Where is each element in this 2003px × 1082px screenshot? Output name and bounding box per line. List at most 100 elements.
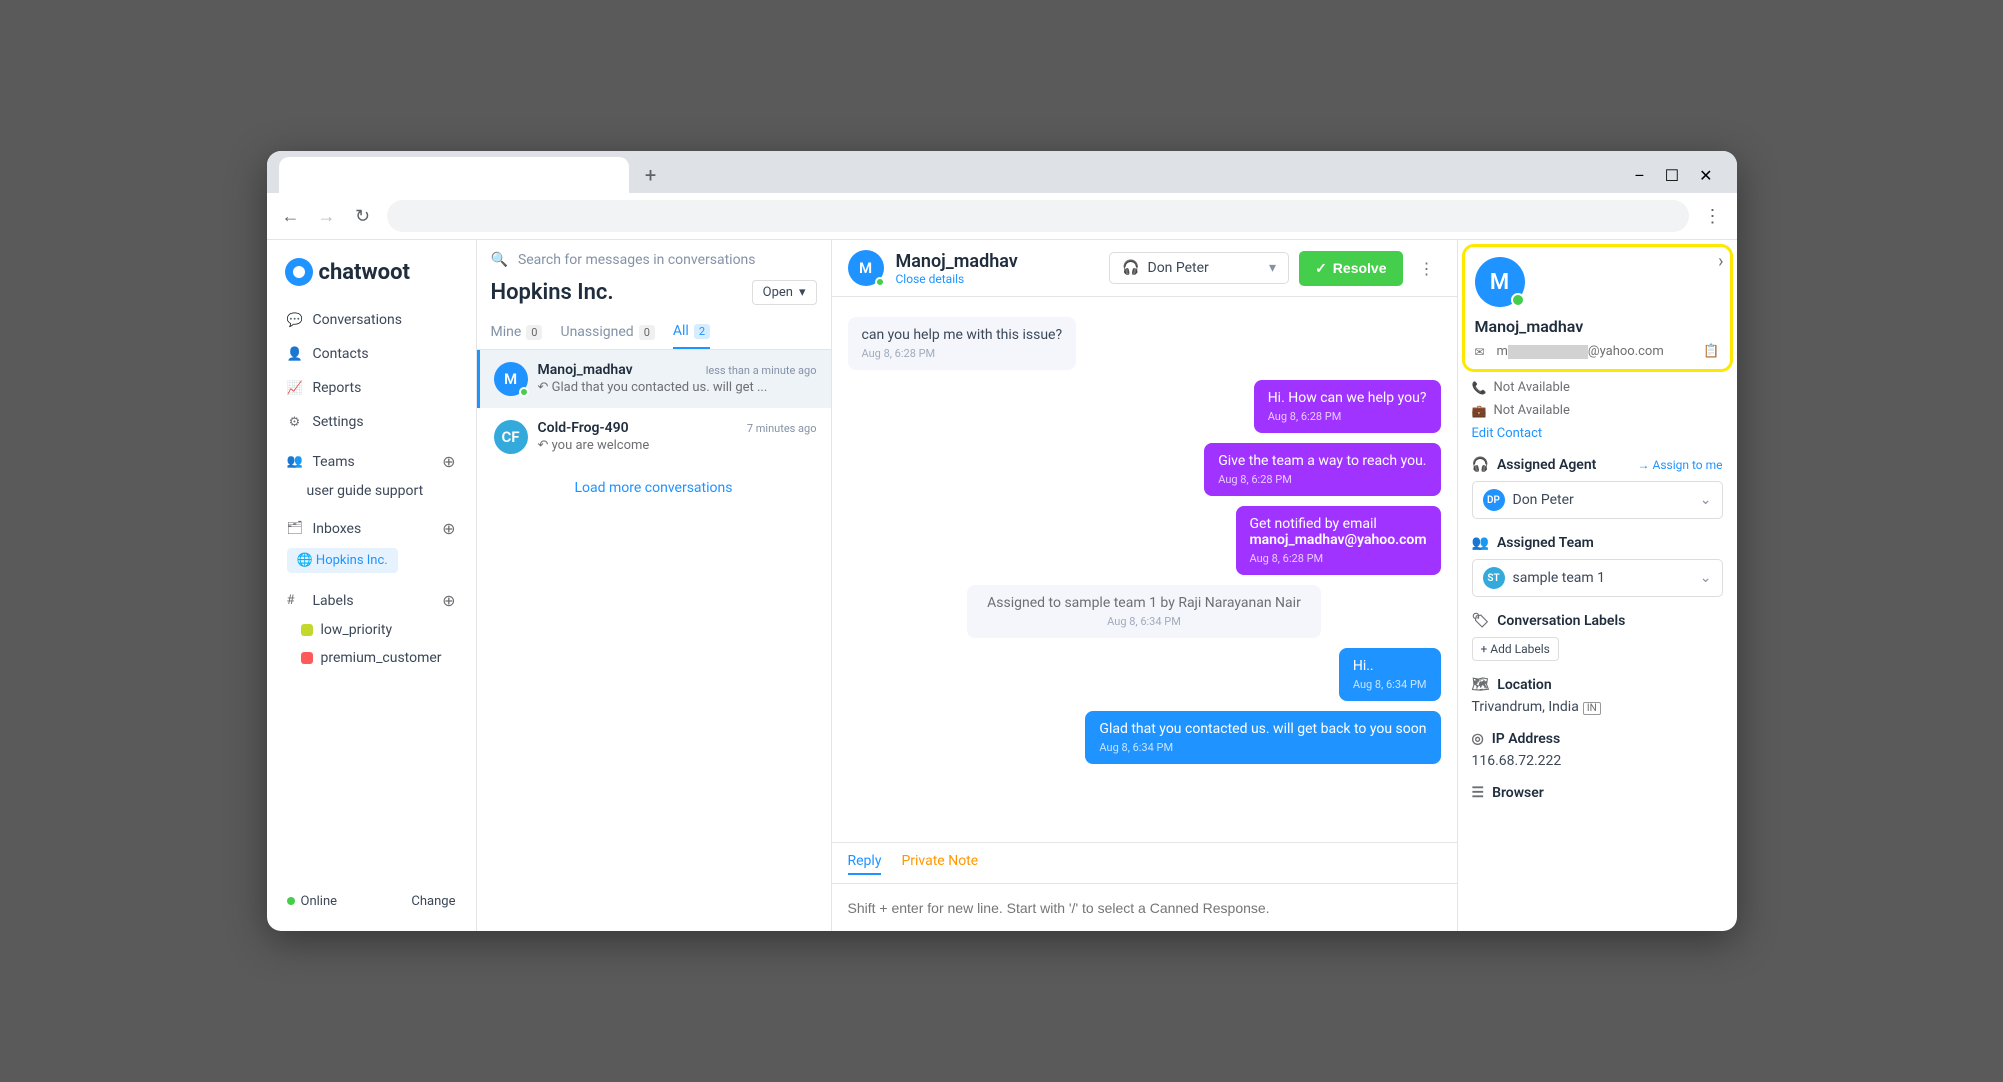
- label-dot: [301, 624, 313, 636]
- reply-input[interactable]: [848, 900, 1441, 916]
- chevron-down-icon: ⌄: [1700, 570, 1712, 586]
- private-note-tab[interactable]: Private Note: [901, 853, 978, 875]
- collapse-details-button[interactable]: ›: [1718, 251, 1723, 272]
- browser-tab[interactable]: [279, 157, 629, 193]
- check-icon: ✓: [1315, 260, 1327, 277]
- browser-section: ☰Browser: [1472, 785, 1723, 801]
- tab-mine[interactable]: Mine 0: [491, 315, 543, 349]
- nav-contacts[interactable]: 👤 Contacts: [277, 338, 466, 370]
- reload-button[interactable]: ↻: [351, 206, 375, 227]
- conversation-time: less than a minute ago: [706, 364, 817, 377]
- conversation-name: Cold-Frog-490: [538, 420, 629, 436]
- online-status[interactable]: Online: [287, 894, 338, 909]
- assigned-team-select[interactable]: ST sample team 1 ⌄: [1472, 559, 1723, 597]
- inboxes-header: 🗂 Inboxes ⊕: [277, 505, 466, 544]
- assigned-agent-section: 🎧Assigned Agent → Assign to me DP Don Pe…: [1472, 457, 1723, 519]
- chat-avatar: M: [848, 250, 884, 286]
- nav-bar: ← → ↻ ⋮: [267, 193, 1737, 239]
- change-link[interactable]: Change: [411, 894, 455, 909]
- url-bar[interactable]: [387, 200, 1689, 232]
- search-row[interactable]: 🔍 Search for messages in conversations: [477, 240, 831, 280]
- copy-icon[interactable]: 📋: [1703, 344, 1719, 359]
- conversation-name: Manoj_madhav: [538, 362, 633, 378]
- hash-icon: #: [287, 593, 303, 608]
- reports-icon: 📈: [287, 381, 303, 396]
- assign-to-me-link[interactable]: → Assign to me: [1638, 458, 1723, 472]
- labels-label: Labels: [313, 593, 354, 609]
- globe-icon: 🌐: [297, 553, 313, 568]
- logo-text: chatwoot: [319, 260, 410, 285]
- resolve-button[interactable]: ✓ Resolve: [1299, 251, 1402, 286]
- new-tab-button[interactable]: +: [637, 161, 665, 189]
- chevron-down-icon: ▾: [799, 285, 806, 300]
- presence-dot-icon: [519, 387, 529, 397]
- conversation-item[interactable]: M Manoj_madhav less than a minute ago ↶ …: [477, 350, 831, 408]
- conversation-snippet: ↶ you are welcome: [538, 438, 817, 453]
- label-text: low_priority: [321, 622, 393, 638]
- nav-settings[interactable]: ⚙ Settings: [277, 406, 466, 438]
- message-agent: Hi.. Aug 8, 6:34 PM: [1339, 648, 1441, 701]
- add-team-button[interactable]: ⊕: [442, 452, 455, 471]
- logo-icon: [285, 258, 313, 286]
- workspace-row: Hopkins Inc. Open ▾: [477, 280, 831, 315]
- forward-button[interactable]: →: [315, 206, 339, 227]
- assignee-select[interactable]: 🎧 Don Peter ▾: [1109, 252, 1289, 284]
- teams-header: 👥 Teams ⊕: [277, 438, 466, 477]
- avatar: M: [494, 362, 528, 396]
- map-icon: 🗺: [1472, 677, 1490, 693]
- redacted-text: [1508, 345, 1588, 359]
- inbox-label: Hopkins Inc.: [316, 553, 388, 568]
- back-button[interactable]: ←: [279, 206, 303, 227]
- contact-avatar: M: [1475, 257, 1525, 307]
- message-agent: Glad that you contacted us. will get bac…: [1085, 711, 1440, 764]
- nav-label: Reports: [313, 380, 362, 396]
- team-item[interactable]: user guide support: [277, 477, 466, 505]
- load-more-button[interactable]: Load more conversations: [477, 466, 831, 510]
- label-item-low-priority[interactable]: low_priority: [277, 616, 466, 644]
- browser-menu-button[interactable]: ⋮: [1701, 206, 1725, 227]
- team-icon: 👥: [1472, 535, 1489, 551]
- conversation-labels-section: 🏷Conversation Labels + Add Labels: [1472, 613, 1723, 661]
- conversation-tabs: Mine 0 Unassigned 0 All 2: [477, 315, 831, 350]
- more-actions-button[interactable]: ⋮: [1413, 253, 1441, 284]
- add-label-button[interactable]: ⊕: [442, 591, 455, 610]
- assigned-agent-select[interactable]: DP Don Peter ⌄: [1472, 481, 1723, 519]
- sidebar: chatwoot 💬 Conversations 👤 Contacts 📈 Re…: [267, 240, 477, 931]
- add-inbox-button[interactable]: ⊕: [442, 519, 455, 538]
- nav-conversations[interactable]: 💬 Conversations: [277, 304, 466, 336]
- conversation-item[interactable]: CF Cold-Frog-490 7 minutes ago ↶ you are…: [477, 408, 831, 466]
- briefcase-icon: 💼: [1472, 404, 1486, 418]
- inbox-item[interactable]: 🌐 Hopkins Inc.: [277, 544, 466, 577]
- avatar: CF: [494, 420, 528, 454]
- conversation-items: M Manoj_madhav less than a minute ago ↶ …: [477, 350, 831, 931]
- message-outgoing: Get notified by email manoj_madhav@yahoo…: [1236, 506, 1441, 575]
- tab-unassigned[interactable]: Unassigned 0: [560, 315, 654, 349]
- contact-email-row: ✉ m@yahoo.com 📋: [1475, 344, 1720, 359]
- maximize-button[interactable]: ☐: [1665, 166, 1679, 185]
- workspace-name: Hopkins Inc.: [491, 280, 614, 305]
- team-avatar: ST: [1483, 567, 1505, 589]
- contact-name: Manoj_madhav: [1475, 317, 1720, 336]
- tab-all[interactable]: All 2: [673, 315, 710, 349]
- chat-header: M Manoj_madhav Close details 🎧 Don Peter…: [832, 240, 1457, 297]
- nav-label: Contacts: [313, 346, 369, 362]
- close-window-button[interactable]: ✕: [1699, 166, 1712, 185]
- close-details-link[interactable]: Close details: [896, 272, 1018, 286]
- minimize-button[interactable]: –: [1634, 166, 1645, 185]
- nav-reports[interactable]: 📈 Reports: [277, 372, 466, 404]
- bars-icon: ☰: [1472, 785, 1485, 801]
- label-text: premium_customer: [321, 650, 442, 666]
- chat-title: Manoj_madhav: [896, 251, 1018, 272]
- conversation-list: 🔍 Search for messages in conversations H…: [477, 240, 832, 931]
- chat-pane: M Manoj_madhav Close details 🎧 Don Peter…: [832, 240, 1457, 931]
- message-incoming: can you help me with this issue? Aug 8, …: [848, 317, 1077, 370]
- status-filter-select[interactable]: Open ▾: [752, 280, 817, 305]
- email-icon: ✉: [1475, 345, 1489, 359]
- add-labels-button[interactable]: + Add Labels: [1472, 637, 1559, 661]
- contact-highlight-box: › M Manoj_madhav ✉ m@yahoo.com 📋: [1462, 244, 1733, 372]
- search-icon: 🔍: [491, 252, 508, 268]
- reply-tab[interactable]: Reply: [848, 853, 882, 875]
- settings-icon: ⚙: [287, 415, 303, 430]
- edit-contact-link[interactable]: Edit Contact: [1472, 426, 1543, 441]
- label-item-premium-customer[interactable]: premium_customer: [277, 644, 466, 672]
